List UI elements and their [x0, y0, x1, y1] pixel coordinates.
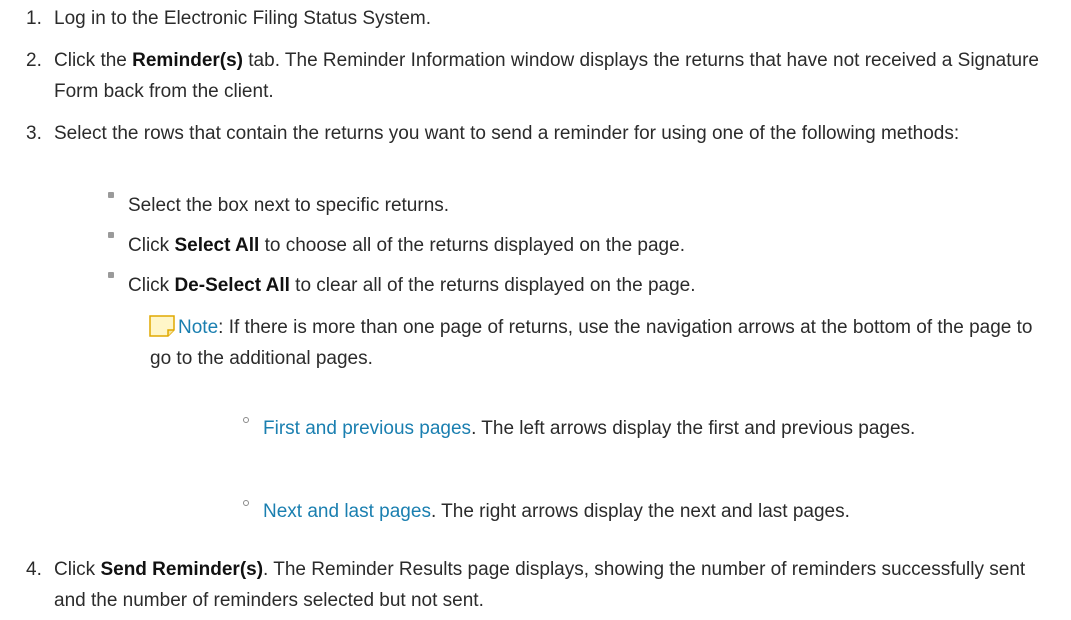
reminders-tab-name: Reminder(s) [132, 50, 243, 71]
step-1: 1. Log in to the Electronic Filing Statu… [26, 3, 1046, 34]
sub-item-text: . The left arrows display the first and … [471, 418, 916, 439]
note-label: Note [178, 317, 219, 338]
step-number: 1. [26, 8, 42, 29]
step-4: 4. Click Send Reminder(s). The Reminder … [26, 554, 1046, 616]
bullet-item: Click De-Select All to clear all of the … [108, 270, 696, 301]
step-text: Log in to the Electronic Filing Status S… [54, 8, 432, 29]
step-number: 2. [26, 50, 42, 71]
step-3: 3. Select the rows that contain the retu… [26, 118, 1046, 149]
step-text-pre: Click the [54, 50, 133, 71]
sub-bullet-marker [243, 417, 249, 423]
bullet-text-pre: Click [128, 235, 175, 256]
bullet-marker [108, 232, 114, 238]
step-number: 4. [26, 559, 42, 580]
note-icon [149, 315, 175, 337]
sub-item: First and previous pages. The left arrow… [243, 413, 1043, 444]
note-text: Note: If there is more than one page of … [150, 312, 1050, 374]
sub-bullet-marker [243, 500, 249, 506]
bullet-text-post: to clear all of the returns displayed on… [289, 275, 696, 296]
sub-item: Next and last pages. The right arrows di… [243, 496, 1043, 527]
deselect-all-name: De-Select All [174, 275, 290, 296]
bullet-text-pre: Click [128, 275, 175, 296]
bullet-item: Select the box next to specific returns. [108, 190, 450, 221]
bullet-item: Click Select All to choose all of the re… [108, 230, 685, 261]
send-reminders-name: Send Reminder(s) [100, 559, 264, 580]
step-text: Select the rows that contain the returns… [54, 123, 960, 144]
bullet-marker [108, 272, 114, 278]
step-text: Click Send Reminder(s). The Reminder Res… [54, 554, 1046, 616]
first-previous-pages-link[interactable]: First and previous pages [263, 418, 471, 439]
select-all-name: Select All [174, 235, 260, 256]
step-text-pre: Click [54, 559, 101, 580]
step-2: 2. Click the Reminder(s) tab. The Remind… [26, 45, 1046, 107]
sub-item-text: . The right arrows display the next and … [430, 501, 850, 522]
step-text: Click the Reminder(s) tab. The Reminder … [54, 45, 1046, 107]
bullet-marker [108, 192, 114, 198]
note-body: : If there is more than one page of retu… [150, 317, 1033, 369]
next-last-pages-link[interactable]: Next and last pages [263, 501, 431, 522]
note-callout: Note: If there is more than one page of … [149, 312, 1050, 374]
step-number: 3. [26, 123, 42, 144]
bullet-text-post: to choose all of the returns displayed o… [259, 235, 685, 256]
bullet-text: Select the box next to specific returns. [128, 195, 450, 216]
